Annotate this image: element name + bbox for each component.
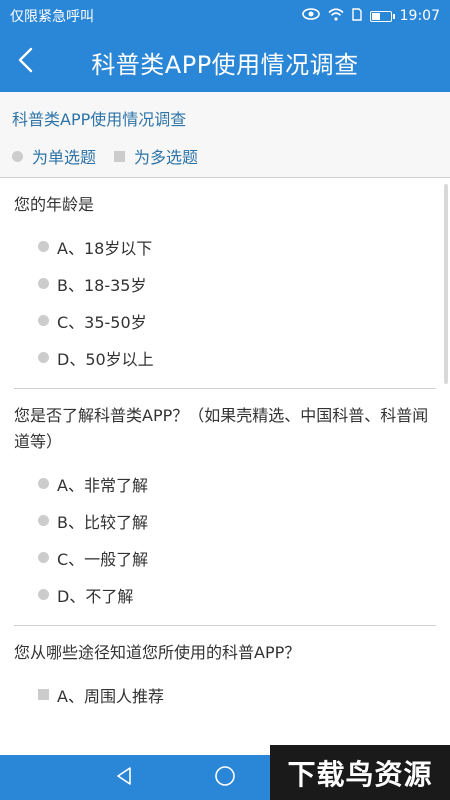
legend-multi-label: 为多选题 [134,148,199,167]
checkbox-marker-icon [114,150,126,162]
legend-multi: 为多选题 [114,144,198,168]
status-icons: 19:07 [301,7,440,25]
option-radio[interactable]: B、比较了解 [14,502,436,539]
nav-home-button[interactable] [175,755,275,800]
option-radio[interactable]: A、18岁以下 [14,228,436,265]
option-label: D、50岁以上 [57,349,154,369]
title-bar: 科普类APP使用情况调查 [0,32,450,92]
status-bar: 仅限紧急呼叫 19:07 [0,0,450,32]
option-label: A、18岁以下 [57,238,153,258]
radio-icon [38,278,49,289]
survey-header: 科普类APP使用情况调查 为单选题 为多选题 [0,92,450,178]
legend-single-label: 为单选题 [32,148,97,167]
question-3: 您从哪些途径知道您所使用的科普APP？ A、周围人推荐 [0,626,450,719]
option-radio[interactable]: C、一般了解 [14,539,436,576]
option-label: A、周围人推荐 [57,686,164,706]
nav-back-button[interactable] [75,755,175,800]
option-checkbox[interactable]: A、周围人推荐 [14,676,436,713]
option-label: B、比较了解 [57,512,148,532]
options-list: A、非常了解 B、比较了解 C、一般了解 D、不了解 [14,455,436,619]
wifi-icon [328,7,344,25]
radio-icon [38,352,49,363]
sim-icon [351,7,362,25]
option-label: B、18-35岁 [57,275,147,295]
option-radio[interactable]: D、不了解 [14,576,436,613]
clock: 19:07 [399,8,440,24]
radio-icon [38,552,49,563]
radio-icon [38,315,49,326]
legend-single: 为单选题 [12,144,96,168]
radio-icon [38,478,49,489]
radio-marker-icon [12,150,23,162]
checkbox-icon [38,689,49,700]
options-list: A、周围人推荐 [14,666,436,719]
option-radio[interactable]: A、非常了解 [14,465,436,502]
back-button[interactable] [0,32,50,92]
battery-icon [369,10,395,22]
question-text: 您的年龄是 [14,195,95,214]
option-label: D、不了解 [57,586,134,606]
question-list[interactable]: 您的年龄是 A、18岁以下 B、18-35岁 C、35-50岁 D、50岁以上 … [0,178,450,755]
radio-icon [38,589,49,600]
option-radio[interactable]: C、35-50岁 [14,302,436,339]
eye-icon [301,8,320,24]
carrier-text: 仅限紧急呼叫 [10,9,94,25]
options-list: A、18岁以下 B、18-35岁 C、35-50岁 D、50岁以上 [14,218,436,382]
option-label: A、非常了解 [57,475,148,495]
option-radio[interactable]: D、50岁以上 [14,339,436,376]
page-title: 科普类APP使用情况调查 [91,50,359,79]
triangle-back-icon [115,766,135,790]
question-2: 您是否了解科普类APP？（如果壳精选、中国科普、科普闻道等） A、非常了解 B、… [0,389,450,619]
question-text: 您从哪些途径知道您所使用的科普APP？ [14,643,301,662]
watermark-logo: 下载鸟资源 [270,745,450,800]
scrollbar[interactable] [444,184,448,384]
option-label: C、一般了解 [57,549,149,569]
question-1: 您的年龄是 A、18岁以下 B、18-35岁 C、35-50岁 D、50岁以上 [0,178,450,382]
option-label: C、35-50岁 [57,312,147,332]
survey-title: 科普类APP使用情况调查 [12,110,187,129]
circle-home-icon [214,765,236,791]
radio-icon [38,515,49,526]
question-text: 您是否了解科普类APP？（如果壳精选、中国科普、科普闻道等） [14,406,429,451]
question-type-legend: 为单选题 为多选题 [12,144,438,168]
chevron-left-icon [17,47,33,77]
radio-icon [38,241,49,252]
option-radio[interactable]: B、18-35岁 [14,265,436,302]
